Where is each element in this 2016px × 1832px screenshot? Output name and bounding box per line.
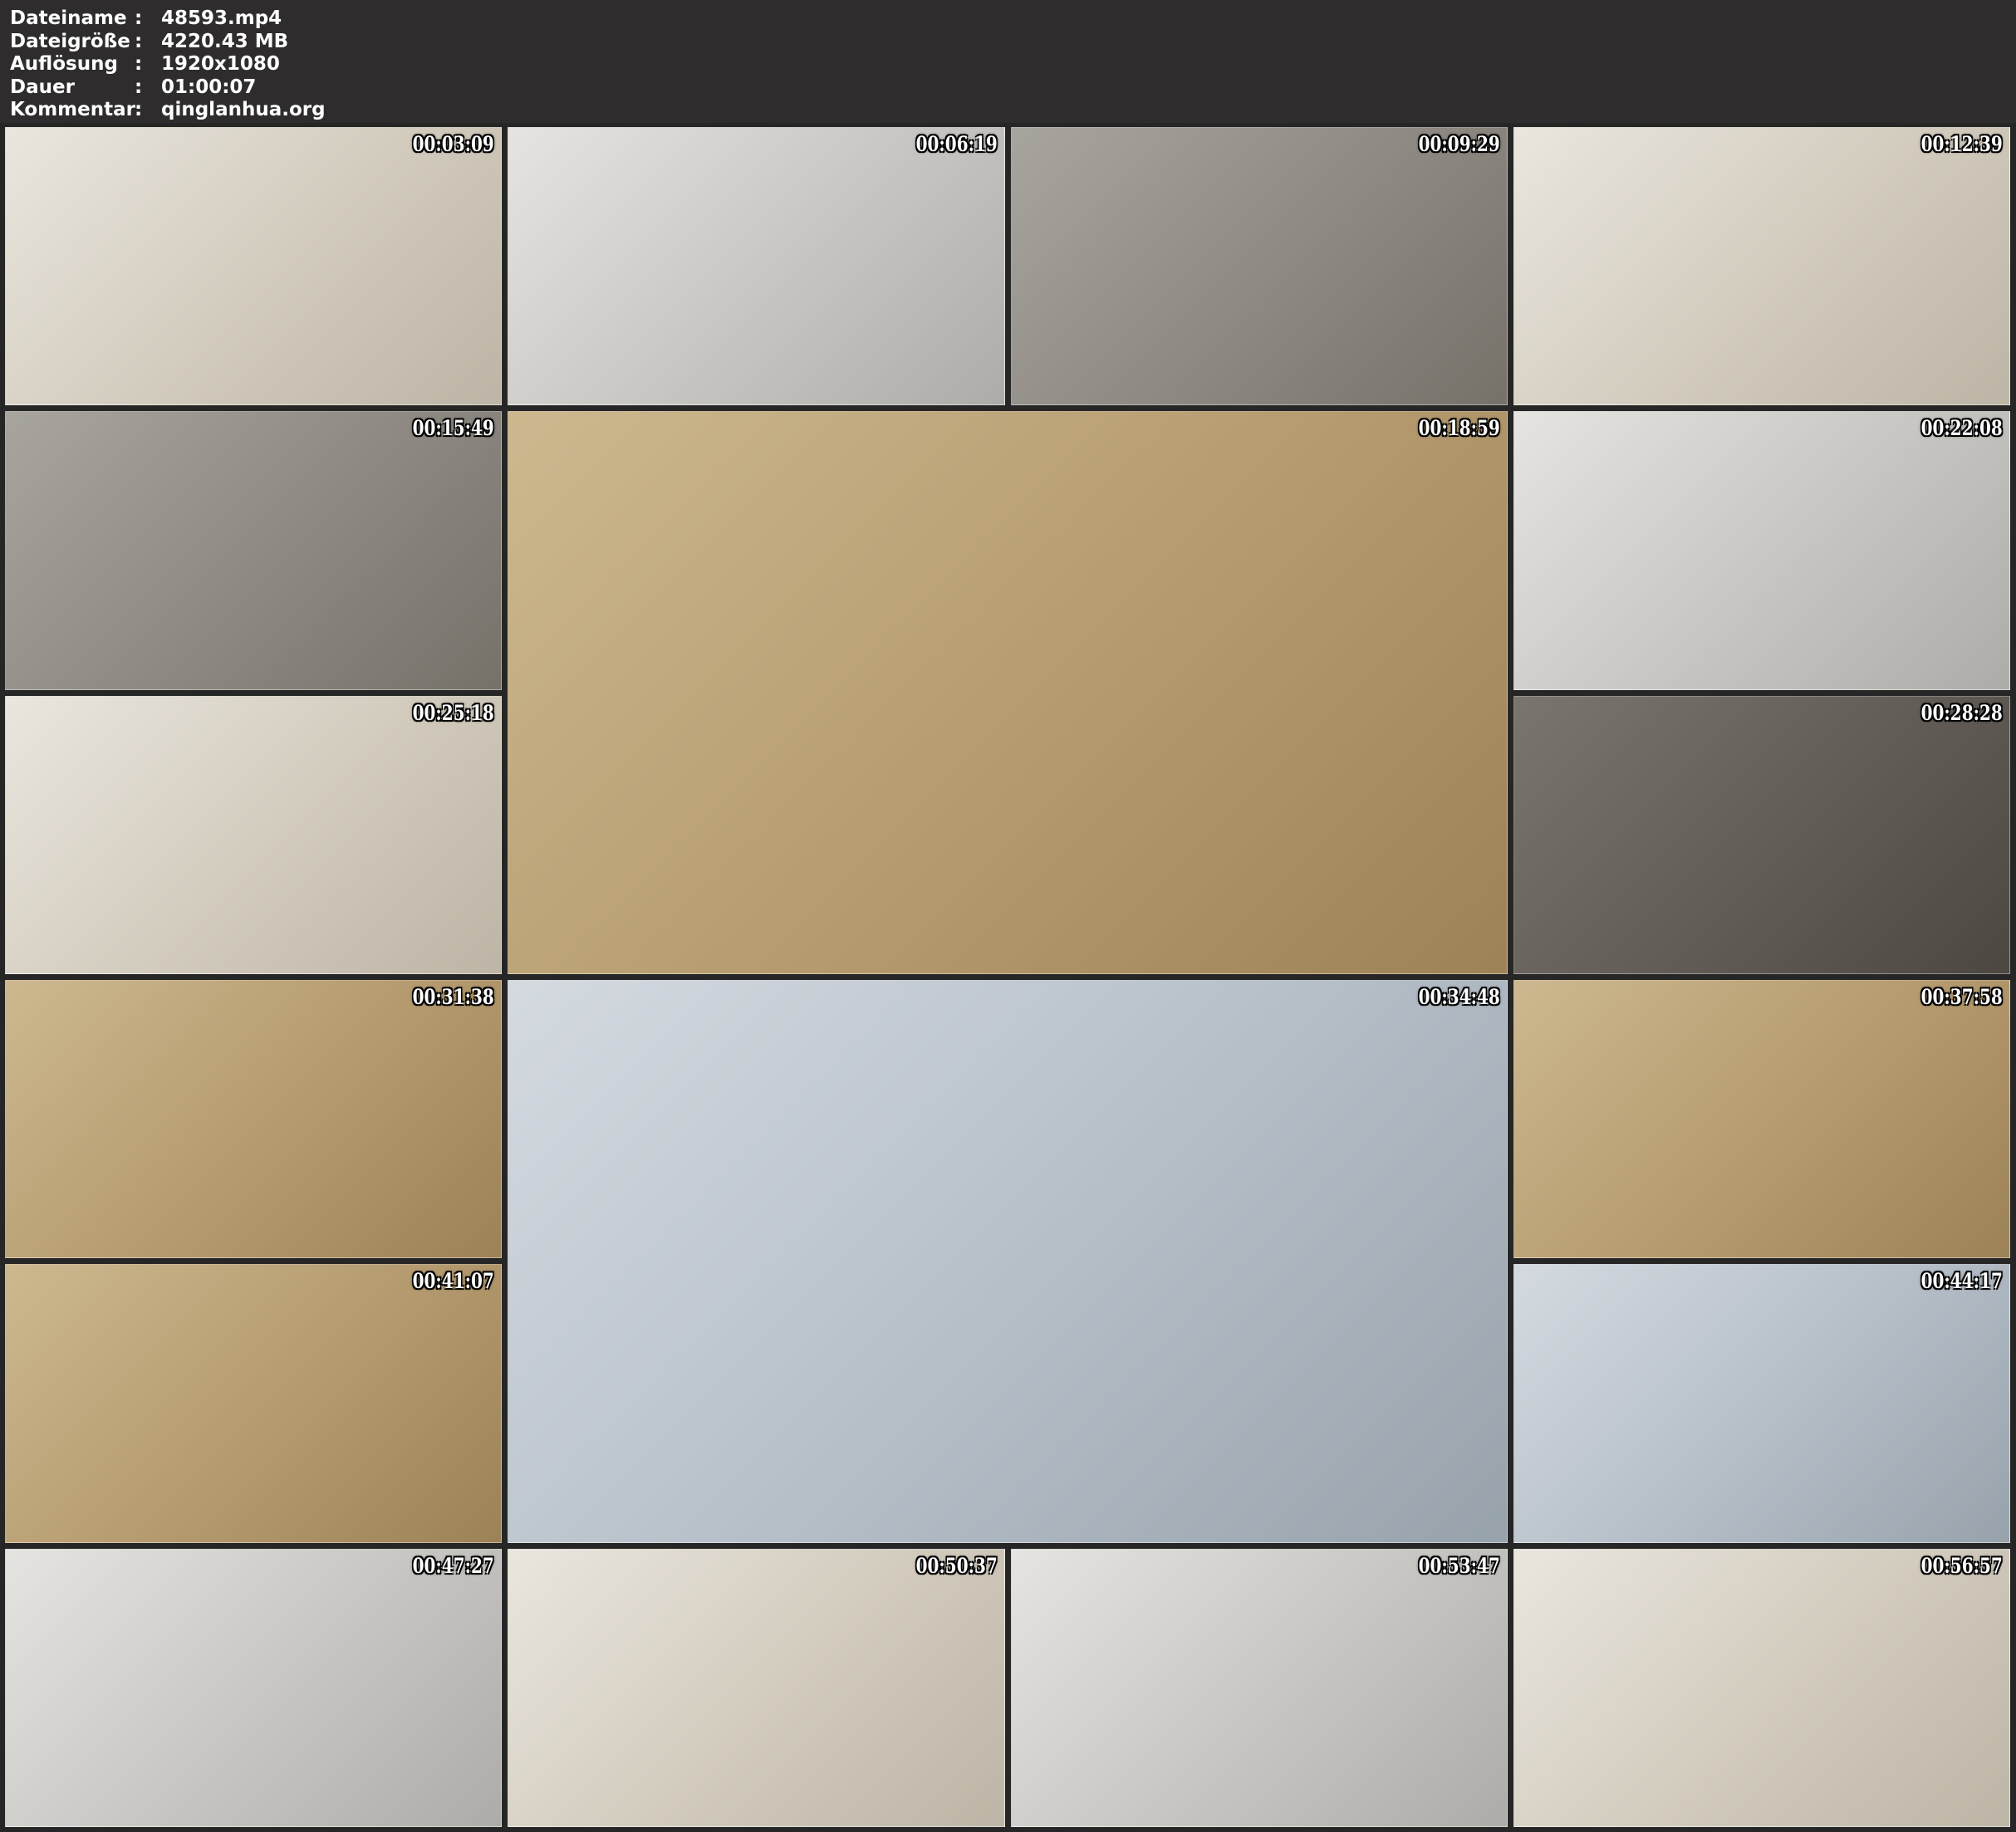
video-thumbnail: 00:06:19: [508, 127, 1004, 405]
video-thumbnail: 00:28:28: [1513, 696, 2010, 974]
video-thumbnail: 00:22:08: [1513, 411, 2010, 689]
contact-sheet: Dateiname : 48593.mp4 Dateigröße : 4220.…: [0, 0, 2016, 1832]
video-thumbnail-large: 00:34:48: [508, 980, 1508, 1543]
meta-row-resolution: Auflösung : 1920x1080: [10, 53, 2006, 76]
timestamp-overlay: 00:34:48: [1418, 985, 1499, 1009]
video-thumbnail: 00:56:57: [1513, 1549, 2010, 1827]
meta-row-filename: Dateiname : 48593.mp4: [10, 7, 2006, 31]
timestamp-overlay: 00:22:08: [1921, 416, 2003, 440]
meta-value-resolution: 1920x1080: [161, 53, 280, 76]
meta-separator: :: [135, 76, 161, 100]
timestamp-overlay: 00:37:58: [1921, 985, 2003, 1009]
video-thumbnail-large: 00:18:59: [508, 411, 1508, 974]
meta-row-duration: Dauer : 01:00:07: [10, 76, 2006, 100]
meta-separator: :: [135, 7, 161, 31]
meta-label: Dauer: [10, 76, 135, 100]
timestamp-overlay: 00:28:28: [1921, 701, 2003, 725]
meta-row-comment: Kommentar : qinglanhua.org: [10, 99, 2006, 122]
meta-value-comment: qinglanhua.org: [161, 99, 326, 122]
timestamp-overlay: 00:44:17: [1921, 1269, 2003, 1293]
timestamp-overlay: 00:03:09: [413, 132, 494, 156]
video-thumbnail: 00:12:39: [1513, 127, 2010, 405]
timestamp-overlay: 00:12:39: [1921, 132, 2003, 156]
video-thumbnail: 00:25:18: [5, 696, 502, 974]
meta-label: Dateigröße: [10, 31, 135, 54]
timestamp-overlay: 00:18:59: [1418, 416, 1499, 440]
video-thumbnail: 00:44:17: [1513, 1264, 2010, 1542]
meta-label: Kommentar: [10, 99, 135, 122]
meta-label: Dateiname: [10, 7, 135, 31]
video-thumbnail: 00:31:38: [5, 980, 502, 1258]
video-thumbnail: 00:50:37: [508, 1549, 1004, 1827]
timestamp-overlay: 00:09:29: [1418, 132, 1499, 156]
thumbnail-grid: 00:03:09 00:06:19 00:09:29 00:12:39 00:1…: [5, 127, 2010, 1827]
timestamp-overlay: 00:53:47: [1418, 1554, 1499, 1578]
meta-value-filename: 48593.mp4: [161, 7, 282, 31]
meta-separator: :: [135, 99, 161, 122]
metadata-header: Dateiname : 48593.mp4 Dateigröße : 4220.…: [0, 0, 2016, 123]
video-thumbnail: 00:47:27: [5, 1549, 502, 1827]
meta-value-duration: 01:00:07: [161, 76, 256, 100]
timestamp-overlay: 00:41:07: [413, 1269, 494, 1293]
video-thumbnail: 00:15:49: [5, 411, 502, 689]
meta-label: Auflösung: [10, 53, 135, 76]
video-thumbnail: 00:53:47: [1011, 1549, 1508, 1827]
video-thumbnail: 00:09:29: [1011, 127, 1508, 405]
timestamp-overlay: 00:06:19: [915, 132, 997, 156]
meta-separator: :: [135, 31, 161, 54]
timestamp-overlay: 00:47:27: [413, 1554, 494, 1578]
video-thumbnail: 00:41:07: [5, 1264, 502, 1542]
timestamp-overlay: 00:56:57: [1921, 1554, 2003, 1578]
timestamp-overlay: 00:15:49: [413, 416, 494, 440]
video-thumbnail: 00:37:58: [1513, 980, 2010, 1258]
timestamp-overlay: 00:50:37: [915, 1554, 997, 1578]
video-thumbnail: 00:03:09: [5, 127, 502, 405]
timestamp-overlay: 00:31:38: [413, 985, 494, 1009]
meta-separator: :: [135, 53, 161, 76]
meta-row-filesize: Dateigröße : 4220.43 MB: [10, 31, 2006, 54]
timestamp-overlay: 00:25:18: [413, 701, 494, 725]
meta-value-filesize: 4220.43 MB: [161, 31, 288, 54]
